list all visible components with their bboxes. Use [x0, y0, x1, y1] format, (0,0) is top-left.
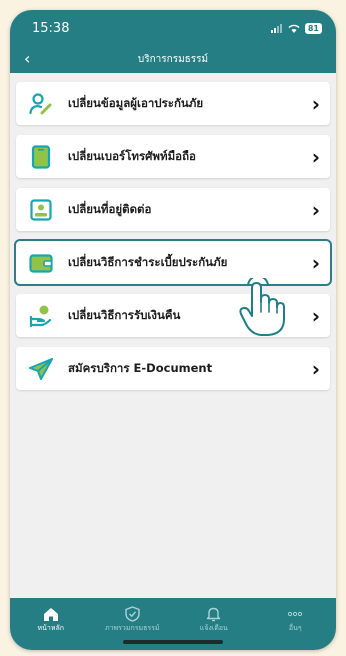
- status-icons: 81: [270, 22, 322, 34]
- tab-label: อื่นๆ: [288, 624, 302, 632]
- wifi-icon: [288, 24, 300, 33]
- chevron-right-icon: ›: [311, 303, 320, 328]
- menu-item-label: เปลี่ยนวิธีการชำระเบี้ยประกันภัย: [68, 254, 228, 269]
- signal-icon: [270, 23, 282, 33]
- tab-label: ภาพรวมกรมธรรม์: [105, 624, 160, 632]
- menu-item-register-e-document[interactable]: สมัครบริการ E-Document ›: [16, 347, 330, 390]
- hand-coin-icon: [28, 303, 54, 329]
- pointer-hand-icon: [239, 278, 285, 336]
- chevron-right-icon: ›: [311, 144, 320, 169]
- chevron-right-icon: ›: [311, 250, 320, 275]
- mobile-phone-icon: [28, 144, 54, 170]
- battery-indicator: 81: [304, 22, 322, 34]
- wallet-icon: [28, 250, 54, 276]
- menu-item-change-mobile-number[interactable]: เปลี่ยนเบอร์โทรศัพท์มือถือ ›: [16, 135, 330, 178]
- nav-bar: ‹ บริการกรมธรรม์: [10, 46, 336, 73]
- user-edit-icon: [28, 91, 54, 117]
- tab-label: แจ้งเตือน: [199, 624, 228, 632]
- contact-card-icon: [28, 197, 54, 223]
- shield-check-icon: [125, 605, 140, 623]
- phone-screen: 15:38 81 ‹ บริการกรมธรรม์ เปลี่ยนข้อมูลผ…: [10, 10, 336, 650]
- status-time: 15:38: [32, 20, 70, 36]
- chevron-right-icon: ›: [311, 356, 320, 381]
- home-icon: [43, 605, 59, 623]
- chevron-right-icon: ›: [311, 197, 320, 222]
- tab-home[interactable]: หน้าหลัก: [21, 605, 81, 650]
- chevron-right-icon: ›: [311, 91, 320, 116]
- menu-item-label: เปลี่ยนที่อยู่ติดต่อ: [68, 201, 152, 216]
- paper-plane-icon: [28, 356, 54, 382]
- chevron-left-icon[interactable]: ‹: [24, 51, 30, 67]
- status-bar: 15:38 81: [10, 10, 336, 46]
- menu-list: เปลี่ยนข้อมูลผู้เอาประกันภัย › เปลี่ยนเบ…: [10, 73, 336, 390]
- more-dots-icon: [287, 605, 303, 623]
- home-indicator: [123, 640, 223, 644]
- tab-bar: หน้าหลัก ภาพรวมกรมธรรม์ แจ้งเตือน อื่นๆ: [10, 598, 336, 650]
- menu-item-label: สมัครบริการ E-Document: [68, 360, 213, 375]
- menu-item-label: เปลี่ยนข้อมูลผู้เอาประกันภัย: [68, 95, 204, 110]
- tab-more[interactable]: อื่นๆ: [265, 605, 325, 650]
- bell-icon: [206, 605, 221, 623]
- menu-item-label: เปลี่ยนเบอร์โทรศัพท์มือถือ: [68, 148, 196, 163]
- tab-label: หน้าหลัก: [37, 624, 64, 632]
- menu-item-change-contact-address[interactable]: เปลี่ยนที่อยู่ติดต่อ ›: [16, 188, 330, 231]
- menu-item-change-insured-info[interactable]: เปลี่ยนข้อมูลผู้เอาประกันภัย ›: [16, 82, 330, 125]
- page-title: บริการกรมธรรม์: [137, 54, 209, 65]
